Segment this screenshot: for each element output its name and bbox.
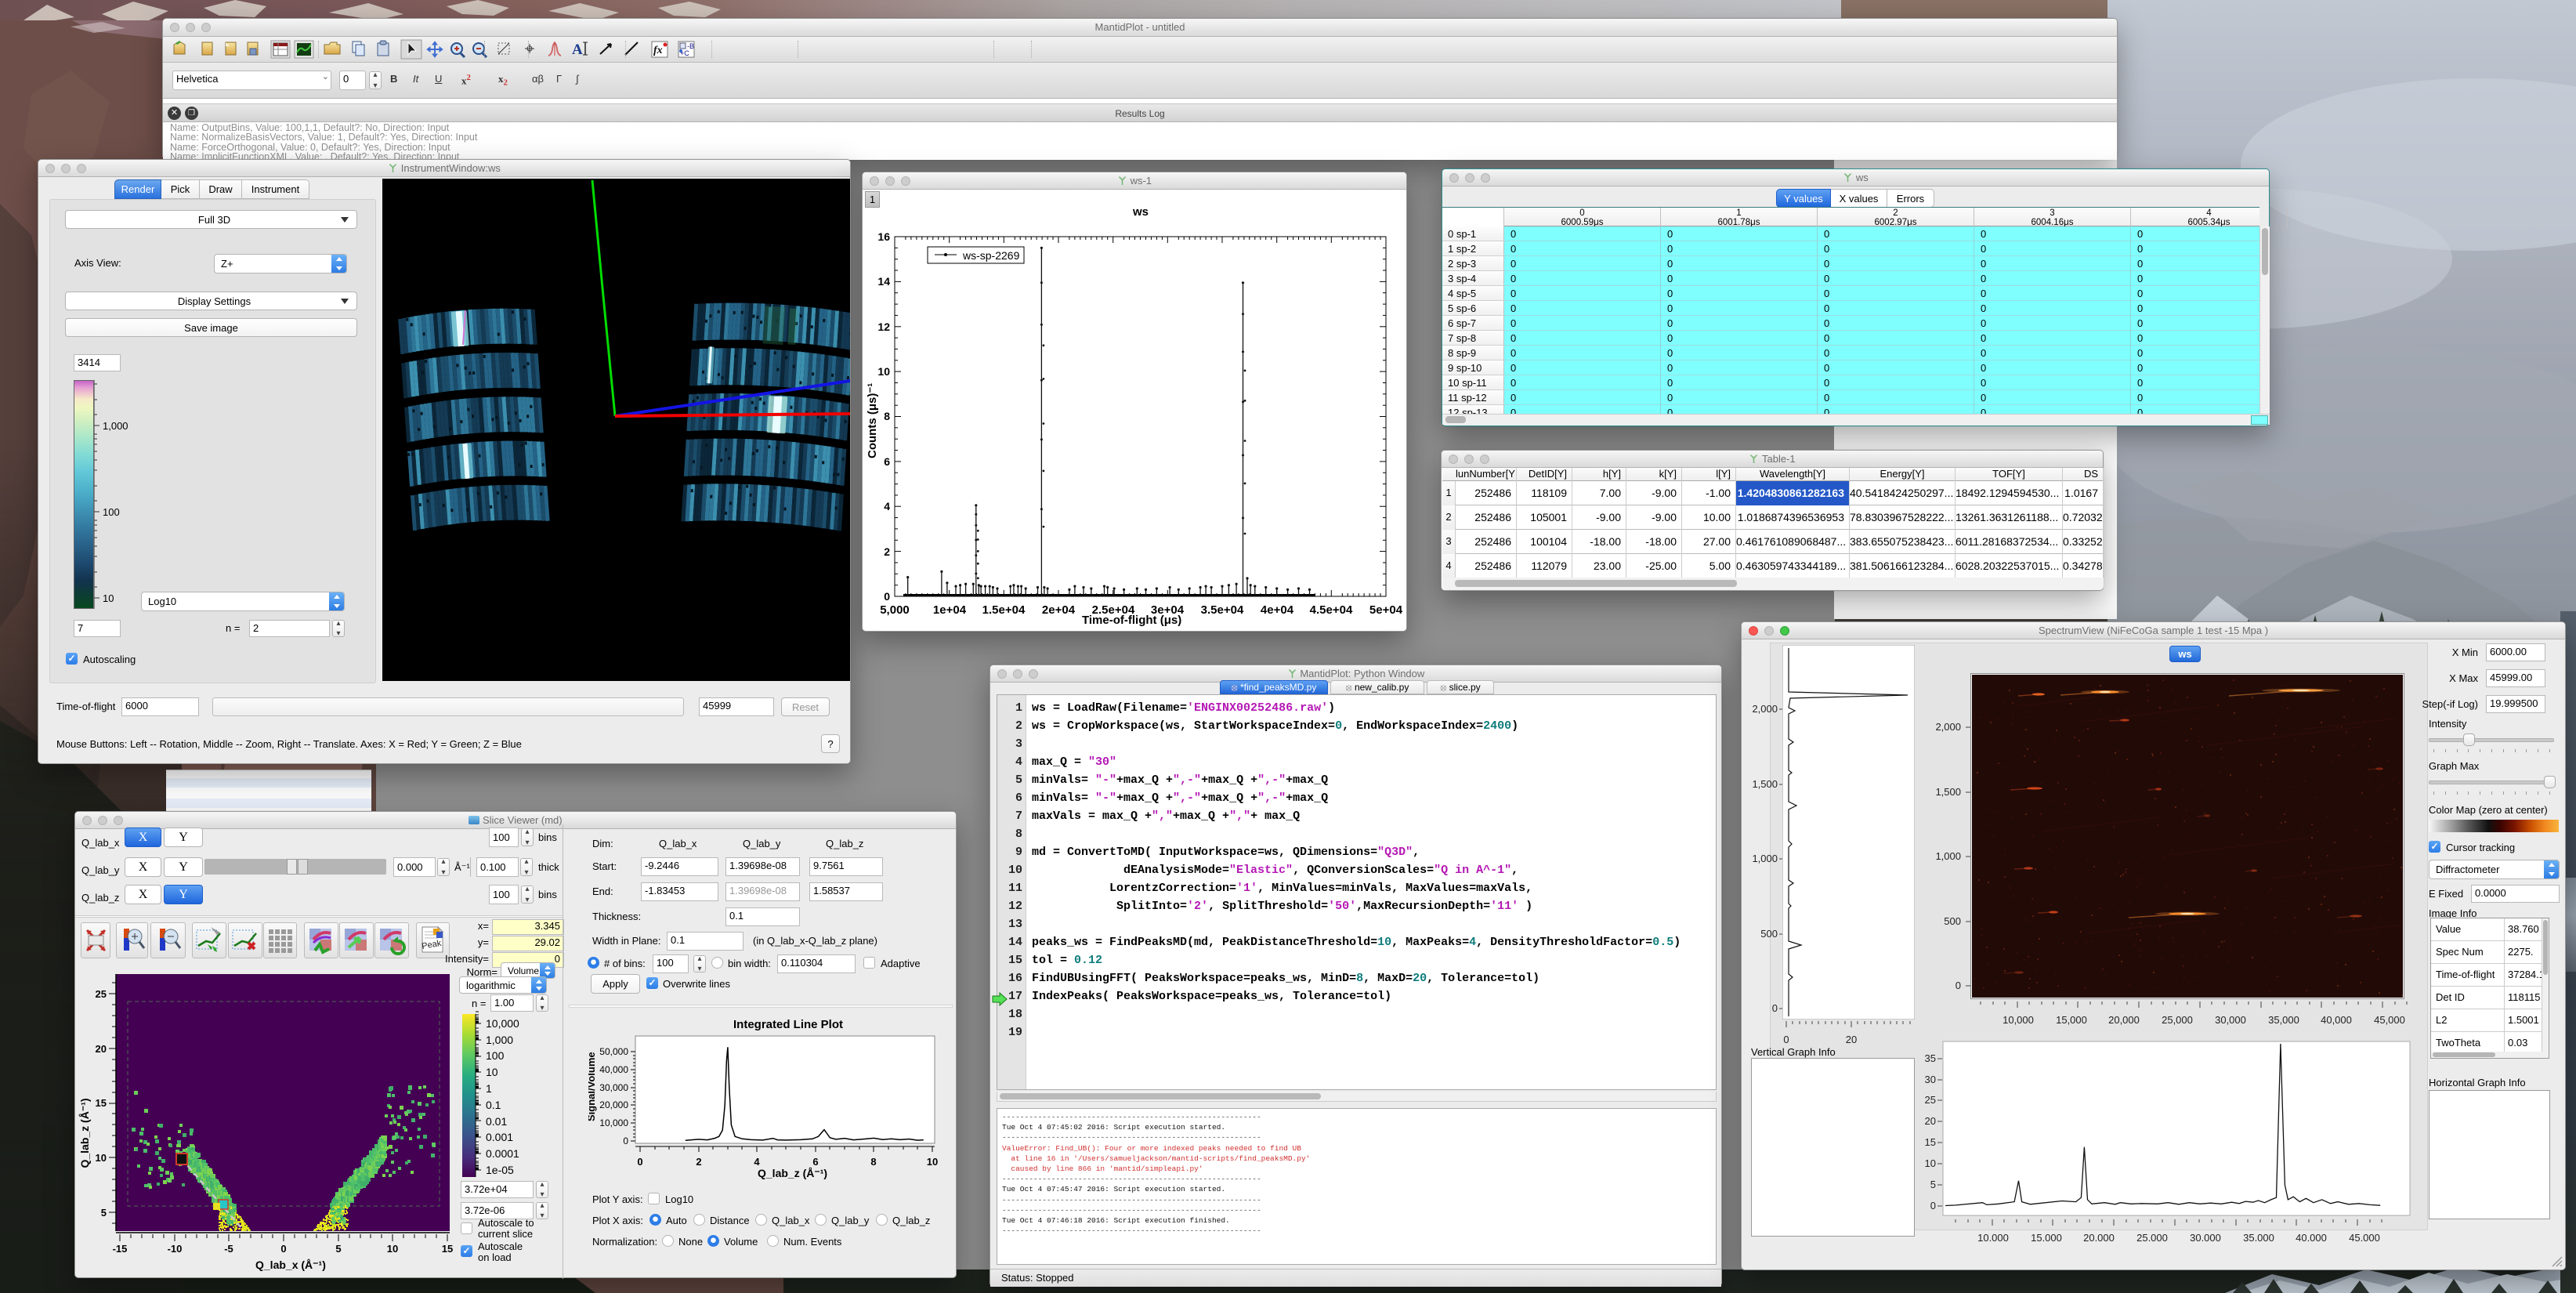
svg-text:6: 6: [812, 1156, 818, 1168]
svg-text:Signal/Volume: Signal/Volume: [588, 1052, 597, 1121]
svg-text:35,000: 35,000: [2243, 1232, 2274, 1241]
svg-text:20: 20: [1925, 1115, 1936, 1127]
svg-text:10: 10: [486, 1066, 498, 1078]
svg-text:ws-sp-2269: ws-sp-2269: [962, 249, 1020, 262]
svg-text:0: 0: [1783, 1034, 1789, 1045]
svg-text:45,000: 45,000: [2349, 1232, 2380, 1241]
svg-text:15,000: 15,000: [2031, 1232, 2062, 1241]
svg-text:30,000: 30,000: [599, 1082, 628, 1093]
svg-text:2.5e+04: 2.5e+04: [1092, 603, 1135, 617]
svg-text:10,000: 10,000: [1977, 1232, 2009, 1241]
svg-text:fx: fx: [653, 45, 663, 56]
svg-text:100: 100: [103, 506, 120, 518]
svg-text:-5: -5: [224, 1243, 233, 1255]
svg-text:0.01: 0.01: [486, 1115, 507, 1128]
svg-text:0: 0: [623, 1135, 628, 1146]
svg-text:8: 8: [870, 1156, 876, 1168]
svg-text:3.5e+04: 3.5e+04: [1201, 603, 1244, 617]
svg-text:4e+04: 4e+04: [1261, 603, 1294, 617]
svg-text:10: 10: [96, 1152, 107, 1164]
svg-text:0: 0: [1930, 1200, 1936, 1212]
svg-text:15,000: 15,000: [2056, 1014, 2087, 1026]
svg-text:10: 10: [387, 1243, 398, 1255]
svg-text:0: 0: [1772, 1002, 1778, 1014]
svg-text:0: 0: [280, 1243, 286, 1255]
svg-text:Q_lab_z (Å⁻¹): Q_lab_z (Å⁻¹): [78, 1098, 91, 1168]
svg-text:5e+04: 5e+04: [1369, 603, 1403, 617]
svg-text:20,000: 20,000: [2108, 1014, 2140, 1026]
svg-text:0: 0: [884, 590, 890, 603]
svg-text:40,000: 40,000: [599, 1064, 628, 1075]
svg-text:15: 15: [442, 1243, 453, 1255]
svg-text:2e+04: 2e+04: [1042, 603, 1076, 617]
svg-text:-10: -10: [168, 1243, 183, 1255]
svg-text:10,000: 10,000: [486, 1017, 519, 1030]
svg-text:100: 100: [486, 1049, 505, 1062]
svg-text:2: 2: [696, 1156, 701, 1168]
svg-text:0.1: 0.1: [486, 1099, 501, 1111]
svg-text:25: 25: [1925, 1094, 1936, 1106]
svg-text:8: 8: [884, 410, 890, 422]
svg-text:5: 5: [335, 1243, 341, 1255]
svg-text:15: 15: [96, 1097, 107, 1109]
svg-text:2,000: 2,000: [1752, 703, 1778, 715]
svg-text:16: 16: [877, 230, 890, 243]
svg-text:20: 20: [96, 1043, 107, 1055]
svg-text:0.001: 0.001: [486, 1131, 513, 1143]
svg-text:1: 1: [486, 1082, 492, 1095]
svg-text:0: 0: [637, 1156, 642, 1168]
svg-text:45,000: 45,000: [2374, 1014, 2405, 1026]
svg-text:35: 35: [1925, 1052, 1936, 1064]
svg-text:A: A: [572, 42, 583, 58]
svg-text:1,500: 1,500: [1752, 778, 1778, 790]
svg-text:1,000: 1,000: [103, 420, 128, 432]
svg-text:14: 14: [877, 275, 890, 288]
svg-text:40,000: 40,000: [2321, 1014, 2352, 1026]
svg-text:5,000: 5,000: [880, 603, 910, 617]
svg-text:30: 30: [1925, 1074, 1936, 1085]
svg-text:30,000: 30,000: [2215, 1014, 2246, 1026]
svg-text:2: 2: [884, 545, 890, 558]
svg-text:10,000: 10,000: [2003, 1014, 2034, 1026]
svg-text:20: 20: [1846, 1034, 1857, 1045]
svg-text:4: 4: [754, 1156, 760, 1168]
svg-text:10: 10: [927, 1156, 938, 1168]
svg-text:30,000: 30,000: [2190, 1232, 2221, 1241]
svg-text:25: 25: [96, 988, 107, 1000]
svg-text:25,000: 25,000: [2162, 1014, 2193, 1026]
svg-text:40,000: 40,000: [2296, 1232, 2327, 1241]
svg-text:50,000: 50,000: [599, 1046, 628, 1057]
svg-text:1.5e+04: 1.5e+04: [982, 603, 1026, 617]
svg-text:1,000: 1,000: [486, 1034, 513, 1046]
svg-text:1e+04: 1e+04: [933, 603, 967, 617]
svg-text:10: 10: [103, 592, 114, 604]
svg-text:2,000: 2,000: [1935, 721, 1961, 733]
svg-text:1,500: 1,500: [1935, 786, 1961, 798]
svg-text:15: 15: [1925, 1136, 1936, 1148]
svg-text:20,000: 20,000: [599, 1099, 628, 1110]
svg-text:3e+04: 3e+04: [1151, 603, 1185, 617]
svg-text:0: 0: [1956, 980, 1961, 991]
svg-text:Q_lab_z (Å⁻¹): Q_lab_z (Å⁻¹): [758, 1167, 827, 1179]
svg-text:500: 500: [1944, 915, 1961, 927]
svg-text:0.0001: 0.0001: [486, 1147, 519, 1160]
svg-text:4.5e+04: 4.5e+04: [1310, 603, 1353, 617]
svg-text:5: 5: [101, 1207, 107, 1219]
svg-text:5: 5: [1930, 1179, 1936, 1190]
svg-text:-15: -15: [113, 1243, 128, 1255]
svg-text:35,000: 35,000: [2268, 1014, 2299, 1026]
svg-text:20,000: 20,000: [2083, 1232, 2115, 1241]
svg-text:25,000: 25,000: [2136, 1232, 2168, 1241]
svg-text:6: 6: [884, 455, 890, 468]
svg-text:1,000: 1,000: [1935, 850, 1961, 862]
svg-text:12: 12: [877, 321, 890, 333]
svg-text:Q_lab_x (Å⁻¹): Q_lab_x (Å⁻¹): [255, 1259, 326, 1271]
svg-text:10,000: 10,000: [599, 1117, 628, 1128]
svg-text:10: 10: [877, 365, 890, 378]
svg-text:4: 4: [884, 500, 890, 512]
svg-text:10: 10: [1925, 1157, 1936, 1169]
svg-text:1,000: 1,000: [1752, 853, 1778, 864]
svg-text:500: 500: [1760, 928, 1778, 940]
svg-text:1e-05: 1e-05: [486, 1164, 514, 1176]
